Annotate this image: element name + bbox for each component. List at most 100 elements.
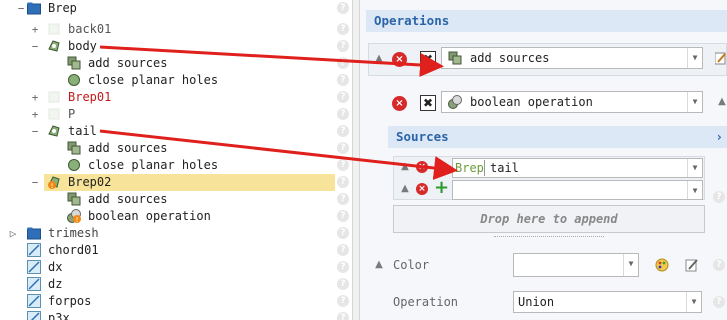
collapse-icon[interactable]: − — [30, 38, 40, 55]
tree-item-label: boolean operation — [88, 209, 211, 223]
help-icon[interactable]: ? — [337, 142, 349, 154]
move-up-icon[interactable]: ▲ — [715, 95, 727, 109]
expand-icon[interactable]: + — [30, 21, 40, 38]
help-icon[interactable]: ? — [713, 259, 725, 271]
chevron-down-icon[interactable]: ▼ — [687, 48, 702, 68]
help-icon[interactable]: ? — [337, 74, 349, 86]
reorder-handle-icon[interactable]: ▲ — [372, 52, 386, 66]
expand-icon[interactable]: + — [30, 89, 40, 106]
chevron-down-icon[interactable]: ▼ — [623, 254, 638, 276]
help-icon[interactable]: ? — [337, 40, 349, 52]
object-icon — [47, 22, 61, 36]
edit-icon[interactable] — [714, 51, 727, 65]
help-icon[interactable]: ? — [713, 296, 725, 308]
sources-header[interactable]: Sources › — [388, 126, 727, 148]
tree-item[interactable]: p3x? — [0, 310, 352, 320]
help-icon[interactable]: ? — [337, 261, 349, 273]
tree-item[interactable]: close planar holes? — [0, 157, 352, 174]
close-holes-icon — [67, 158, 81, 172]
help-icon[interactable]: ? — [337, 210, 349, 222]
tree-item[interactable]: −! Brep02? — [0, 174, 352, 191]
tree-item-label: dx — [48, 260, 63, 274]
expand-icon[interactable]: + — [30, 106, 40, 123]
operation-type-select[interactable]: Union ▼ — [513, 291, 702, 313]
tree-item[interactable]: dz? — [0, 276, 352, 293]
chevron-down-icon[interactable]: ▼ — [687, 181, 702, 199]
reorder-handle-icon[interactable]: ▲ — [398, 160, 412, 174]
tree-item[interactable]: chord01? — [0, 242, 352, 259]
tree-item[interactable]: − Brep? — [0, 0, 352, 17]
color-label: Color — [393, 258, 430, 272]
operation-select-boolean[interactable]: boolean operation ▼ — [441, 91, 703, 113]
help-icon[interactable]: ? — [337, 159, 349, 171]
sketch-icon — [27, 311, 41, 320]
operations-header[interactable]: Operations — [366, 10, 727, 32]
source-select-1[interactable]: Brep tail ▼ — [452, 158, 703, 178]
edit-icon[interactable] — [685, 258, 699, 272]
tree-item[interactable]: add sources? — [0, 55, 352, 72]
operation-field-label: Operation — [393, 295, 459, 309]
tree-item[interactable]: + back01? — [0, 21, 352, 38]
help-icon[interactable]: ? — [337, 227, 349, 239]
tree-item[interactable]: add sources? — [0, 191, 352, 208]
help-icon[interactable]: ? — [337, 278, 349, 290]
region-icon — [47, 124, 61, 138]
help-icon[interactable]: ? — [337, 91, 349, 103]
add-source-icon[interactable]: + — [434, 179, 449, 197]
operation-select-add-sources[interactable]: add sources ▼ — [441, 47, 703, 69]
tree-item-label: Brep02 — [68, 175, 112, 189]
help-icon[interactable]: ? — [337, 244, 349, 256]
sketch-icon — [27, 243, 41, 257]
help-icon[interactable]: ? — [337, 2, 349, 14]
remove-source-icon[interactable]: × — [416, 161, 428, 173]
palette-icon[interactable] — [655, 258, 669, 272]
panel-splitter[interactable] — [352, 0, 360, 320]
source-value: tail — [490, 161, 519, 175]
help-icon[interactable]: ? — [337, 312, 349, 320]
tree-item[interactable]: + Brep01? — [0, 89, 352, 106]
resize-grip[interactable] — [494, 236, 604, 239]
reorder-handle-icon[interactable]: ▲ — [398, 182, 412, 196]
tree-item[interactable]: + P? — [0, 106, 352, 123]
tree-item[interactable]: ▷ trimesh? — [0, 225, 352, 242]
collapse-icon[interactable]: − — [30, 174, 40, 191]
toggle-operation-checkbox[interactable]: ✖ — [420, 95, 436, 111]
help-icon[interactable]: ? — [337, 193, 349, 205]
color-select[interactable]: ▼ — [513, 253, 639, 277]
sources-title: Sources — [396, 129, 449, 144]
help-icon[interactable]: ? — [337, 295, 349, 307]
tree-item[interactable]: − tail? — [0, 123, 352, 140]
tree-item[interactable]: ! boolean operation? — [0, 208, 352, 225]
remove-operation-icon[interactable]: × — [392, 96, 407, 111]
chevron-right-icon[interactable]: ▷ — [8, 225, 18, 242]
tree-item[interactable]: forpos? — [0, 293, 352, 310]
collapse-icon[interactable]: − — [16, 0, 26, 17]
drop-area[interactable]: Drop here to append — [393, 205, 705, 233]
tree-item[interactable]: close planar holes? — [0, 72, 352, 89]
tree-item[interactable]: add sources? — [0, 140, 352, 157]
remove-operation-icon[interactable]: × — [392, 52, 407, 67]
close-holes-icon — [67, 73, 81, 87]
chevron-down-icon[interactable]: ▼ — [686, 292, 701, 312]
chevron-down-icon[interactable]: ▼ — [687, 159, 702, 177]
tree-item-label: body — [68, 39, 97, 53]
collapse-icon[interactable]: › — [715, 126, 723, 148]
help-icon[interactable]: ? — [337, 57, 349, 69]
toggle-operation-checkbox[interactable]: ✖ — [420, 51, 436, 67]
sketch-icon — [27, 294, 41, 308]
help-icon[interactable]: ? — [337, 108, 349, 120]
reorder-handle-icon[interactable]: ▲ — [372, 258, 386, 272]
remove-source-icon[interactable]: × — [416, 183, 428, 195]
collapse-icon[interactable]: − — [30, 123, 40, 140]
help-icon[interactable]: ? — [713, 191, 725, 203]
operation-type-value: Union — [518, 295, 555, 309]
source-select-2[interactable]: ▼ — [452, 180, 703, 200]
tree-item-label: tail — [68, 124, 97, 138]
help-icon[interactable]: ? — [337, 23, 349, 35]
help-icon[interactable]: ? — [337, 125, 349, 137]
svg-text:!: ! — [76, 216, 79, 223]
tree-item[interactable]: dx? — [0, 259, 352, 276]
help-icon[interactable]: ? — [337, 176, 349, 188]
chevron-down-icon[interactable]: ▼ — [687, 92, 702, 112]
tree-item[interactable]: − body? — [0, 38, 352, 55]
